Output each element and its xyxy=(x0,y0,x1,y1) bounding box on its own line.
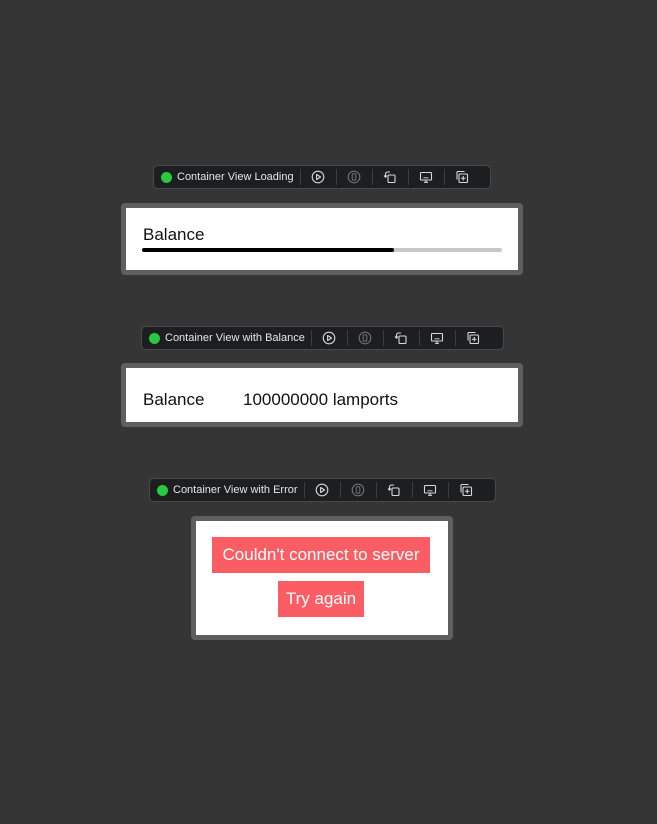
preview-frame-balance: Balance 100000000 lamports xyxy=(121,363,523,427)
preview-title: Container View with Balance xyxy=(165,332,305,344)
preview-title: Container View with Error xyxy=(173,484,298,496)
error-message: Couldn't connect to server xyxy=(212,537,430,573)
duplicate-preview-icon xyxy=(460,483,473,497)
rotate-device-button[interactable] xyxy=(384,327,419,349)
device-settings-button[interactable] xyxy=(413,479,448,501)
balance-label: Balance xyxy=(143,390,205,409)
selectable-icon xyxy=(347,170,361,184)
preview-toolbar-loading: Container View Loading xyxy=(153,165,491,189)
preview-frame-error: Couldn't connect to server Try again xyxy=(191,516,453,640)
rotate-device-icon xyxy=(394,332,407,345)
rotate-device-button[interactable] xyxy=(373,166,408,188)
loading-progress-bar xyxy=(142,248,502,252)
preview-canvas: Balance xyxy=(126,208,518,270)
balance-value: 100000000 lamports xyxy=(243,390,399,409)
preview-canvas: Balance 100000000 lamports xyxy=(126,368,518,422)
live-preview-button[interactable] xyxy=(301,166,336,188)
live-preview-icon xyxy=(311,170,325,184)
preview-frame-loading: Balance xyxy=(121,203,523,275)
device-settings-button[interactable] xyxy=(409,166,444,188)
status-dot xyxy=(149,332,160,344)
device-settings-icon xyxy=(431,332,444,344)
preview-toolbar-error: Container View with Error xyxy=(149,478,496,502)
device-settings-button[interactable] xyxy=(420,327,455,349)
live-preview-icon xyxy=(322,331,336,345)
progress-fill xyxy=(142,248,394,252)
duplicate-preview-button[interactable] xyxy=(445,166,480,188)
status-dot xyxy=(157,484,168,496)
duplicate-preview-button[interactable] xyxy=(456,327,491,349)
live-preview-button[interactable] xyxy=(312,327,347,349)
preview-title: Container View Loading xyxy=(177,171,294,183)
rotate-device-button[interactable] xyxy=(377,479,412,501)
try-again-button[interactable]: Try again xyxy=(278,581,364,617)
live-preview-icon xyxy=(315,483,329,497)
selectable-button[interactable] xyxy=(348,327,383,349)
selectable-button[interactable] xyxy=(337,166,372,188)
status-dot xyxy=(161,171,172,183)
duplicate-preview-icon xyxy=(467,331,480,345)
selectable-icon xyxy=(358,331,372,345)
rotate-device-icon xyxy=(383,171,396,184)
rotate-device-icon xyxy=(387,484,400,497)
selectable-icon xyxy=(351,483,365,497)
preview-toolbar-balance: Container View with Balance xyxy=(141,326,504,350)
duplicate-preview-button[interactable] xyxy=(449,479,484,501)
balance-label: Balance xyxy=(143,225,205,244)
live-preview-button[interactable] xyxy=(305,479,340,501)
device-settings-icon xyxy=(420,171,433,183)
preview-canvas: Couldn't connect to server Try again xyxy=(196,521,448,635)
duplicate-preview-icon xyxy=(456,170,469,184)
selectable-button[interactable] xyxy=(341,479,376,501)
device-settings-icon xyxy=(423,484,437,496)
